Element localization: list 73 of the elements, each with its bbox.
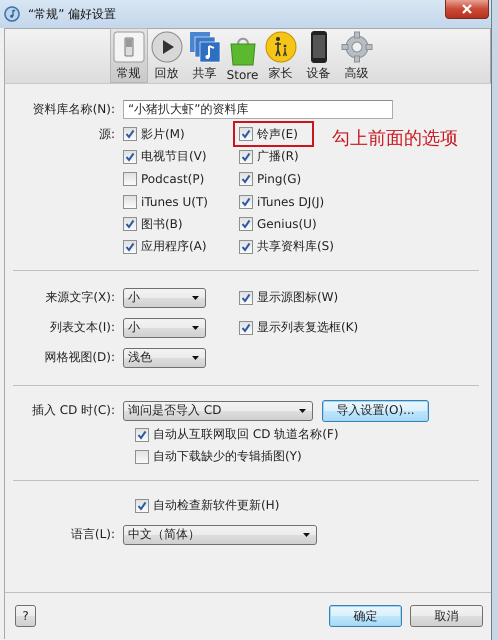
checkbox[interactable] [135,450,149,464]
checkbox-label: 显示列表复选框(K) [257,319,358,336]
checkbox[interactable] [123,240,137,254]
caret-icon [299,408,306,412]
toolbar-tab[interactable]: Store [224,31,262,83]
checkbox[interactable] [123,150,137,164]
cancel-button[interactable]: 取消 [410,605,483,627]
checkbox[interactable] [239,290,253,304]
checkbox-label: 电视节目(V) [141,148,207,165]
toolbar-tab[interactable]: 高级 [338,28,376,83]
checkbox-label: iTunes U(T) [141,194,208,208]
music-note-icon [188,30,222,64]
settings-icon [340,30,374,64]
field-label: 语言(L): [70,526,116,543]
checkbox[interactable] [239,217,253,231]
toolbar-tab[interactable]: 常规 [110,28,148,83]
dropdown[interactable]: 询问是否导入 CD [123,400,313,420]
import-settings-button[interactable]: 导入设置(O)... [322,400,429,422]
checkbox[interactable] [135,498,149,512]
checkbox-label: iTunes DJ(J) [257,194,324,208]
checkbox-label: 图书(B) [141,216,183,232]
library-name-field[interactable]: “小猪扒大虾”的资料库 [123,100,393,118]
caret-icon [192,296,199,300]
checkbox[interactable] [239,194,253,208]
toolbar-tab[interactable]: 家长 [262,28,300,83]
dropdown[interactable]: 小 [123,288,206,308]
field-label: 资料库名称(N): [32,100,116,118]
music-note-icon [4,6,20,22]
checkbox-label: 自动下载缺少的专辑插图(Y) [153,448,302,465]
checkbox-label: 自动检查新软件更新(H) [153,497,280,514]
checkbox[interactable] [123,217,137,231]
checkbox[interactable] [123,194,137,208]
ok-button[interactable]: 确定 [329,605,402,627]
checkbox-label: 铃声(E) [257,126,298,142]
checkbox[interactable] [239,320,253,334]
caret-icon [192,356,199,360]
checkbox[interactable] [239,150,253,164]
checkbox-label: 应用程序(A) [141,238,207,255]
checkbox[interactable] [239,127,253,141]
dropdown[interactable]: 浅色 [123,348,206,368]
checkbox-label: Genius(U) [257,217,317,231]
toolbar-tab[interactable]: 设备 [300,28,338,83]
close-button[interactable] [445,0,489,19]
window-title: “常规” 偏好设置 [28,6,116,22]
help-button[interactable]: ? [15,605,36,627]
family-icon [264,30,298,64]
checkbox[interactable] [135,428,149,442]
checkbox-label: 共享资料库(S) [257,238,334,255]
field-label: 来源文字(X): [44,289,116,306]
caret-icon [303,532,310,536]
annotation-text: 勾上前面的选项 [332,127,458,150]
field-label: 插入 CD 时(C): [30,402,116,419]
dropdown[interactable]: 小 [123,318,206,338]
checkbox-label: 显示源图标(W) [257,289,338,306]
dropdown[interactable]: 中文（简体） [123,524,317,544]
checkbox-label: Podcast(P) [141,172,204,186]
toolbar-tab[interactable]: 回放 [148,28,186,83]
play-icon [150,30,184,64]
toolbar-tab[interactable]: 共享 [186,28,224,83]
switch-icon [112,30,146,64]
caret-icon [192,326,199,330]
checkbox-label: Ping(G) [257,172,302,186]
checkbox-label: 影片(M) [141,126,185,142]
close-icon [461,4,473,14]
checkbox-label: 广播(R) [257,148,299,165]
checkbox[interactable] [239,240,253,254]
field-label: 列表文本(I): [49,319,116,336]
checkbox-label: 自动从互联网取回 CD 轨道名称(F) [153,426,339,443]
checkbox[interactable] [123,172,137,186]
checkbox[interactable] [239,172,253,186]
field-label: 源: [98,126,116,143]
checkbox[interactable] [123,127,137,141]
field-label: 网格视图(D): [43,349,116,366]
